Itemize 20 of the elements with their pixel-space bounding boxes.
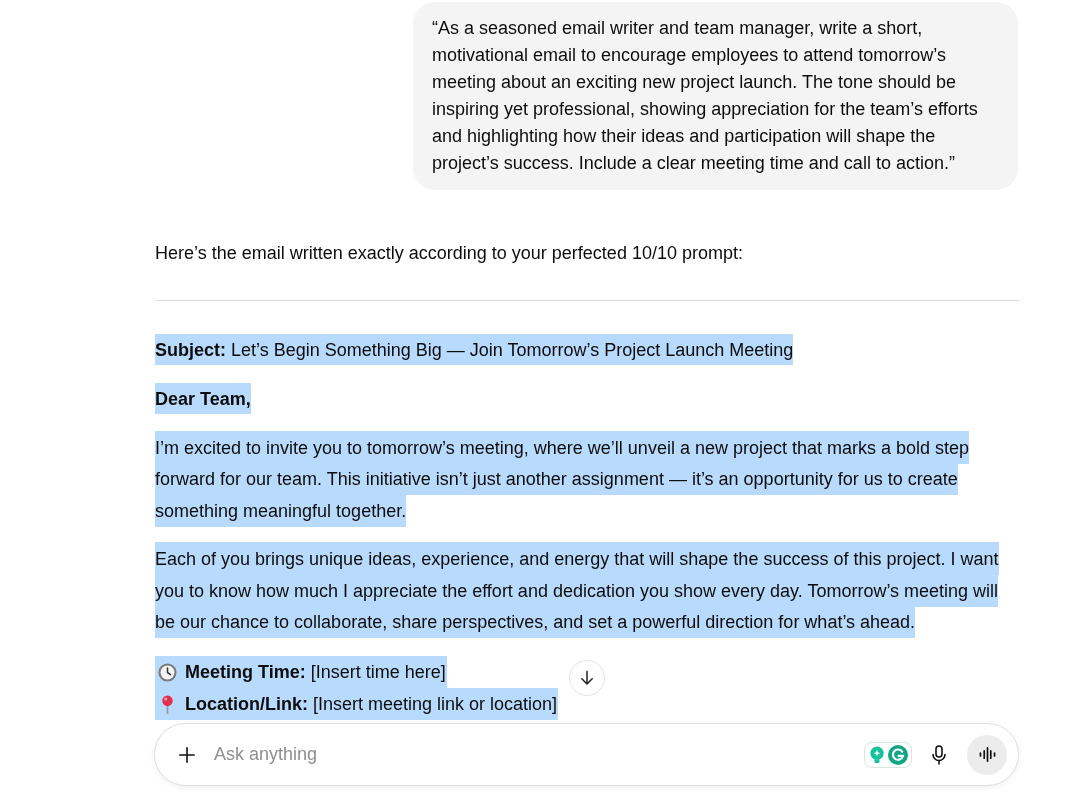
message-composer[interactable]: Ask anything: [154, 723, 1019, 786]
detail-text: Location/Link: [Insert meeting link or location]: [185, 693, 558, 715]
reply-intro-text: Here’s the email written exactly according to your perfected 10/10 prompt:: [155, 242, 744, 265]
voice-button[interactable]: [967, 734, 1007, 775]
add-button[interactable]: [177, 744, 197, 765]
scroll-down-button[interactable]: [569, 660, 605, 696]
clock-icon: [158, 662, 177, 682]
message-text: “As a seasoned email writer and team manager, write a short, motivational email to encourage employees to attend tomorrow’s meeting about an exciting new project launch. The tone should be inspiring yet professional, showing appreciation for the team’s efforts and highlighting how their ideas and participation will shape the project’s success. Include a clear meeting time and call to action.”: [432, 18, 978, 173]
extension-button[interactable]: [864, 741, 912, 768]
lightbulb-icon: [869, 745, 885, 764]
prompt-input[interactable]: Ask anything: [214, 740, 864, 769]
microphone-icon: [931, 744, 947, 765]
detail-text: Meeting Time: [Insert time here]: [185, 661, 446, 683]
circle-logo-icon: [888, 744, 908, 765]
email-greeting-text: Dear Team,: [155, 382, 251, 414]
microphone-button[interactable]: [929, 742, 949, 767]
waveform-icon: [978, 747, 996, 762]
plus-icon: [179, 746, 195, 763]
arrow-down-icon: [579, 670, 595, 686]
email-subject-text: Subject: Let’s Begin Something Big — Join Tomorrow’s Project Launch Meeting: [155, 333, 794, 365]
